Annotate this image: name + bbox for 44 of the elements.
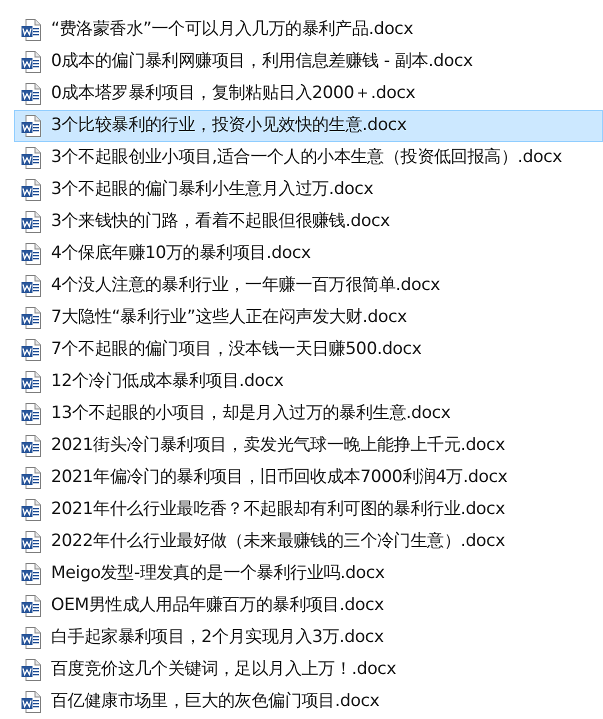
word-document-icon bbox=[21, 499, 41, 521]
file-item[interactable]: 白手起家暴利项目，2个月实现月入3万.docx bbox=[14, 622, 603, 654]
file-item[interactable]: 4个没人注意的暴利行业，一年赚一百万很简单.docx bbox=[14, 270, 603, 302]
word-document-icon bbox=[21, 83, 41, 105]
word-document-icon bbox=[21, 211, 41, 233]
file-item[interactable]: 2021年什么行业最吃香？不起眼却有利可图的暴利行业.docx bbox=[14, 494, 603, 526]
word-document-icon bbox=[21, 403, 41, 425]
word-document-icon bbox=[21, 659, 41, 681]
word-document-icon bbox=[21, 531, 41, 553]
word-document-icon bbox=[21, 467, 41, 489]
word-document-icon bbox=[21, 627, 41, 649]
file-item[interactable]: 0成本塔罗暴利项目，复制粘贴日入2000＋.docx bbox=[14, 78, 603, 110]
word-document-icon bbox=[21, 371, 41, 393]
file-item[interactable]: 3个不起眼创业小项目,适合一个人的小本生意（投资低回报高）.docx bbox=[14, 142, 603, 174]
file-item[interactable]: Meigo发型-理发真的是一个暴利行业吗.docx bbox=[14, 558, 603, 590]
file-item[interactable]: 4个保底年赚10万的暴利项目.docx bbox=[14, 238, 603, 270]
word-document-icon bbox=[21, 51, 41, 73]
word-document-icon bbox=[21, 19, 41, 41]
file-item[interactable]: 12个冷门低成本暴利项目.docx bbox=[14, 366, 603, 398]
word-document-icon bbox=[21, 147, 41, 169]
word-document-icon bbox=[21, 339, 41, 361]
file-item[interactable]: 0成本的偏门暴利网赚项目，利用信息差赚钱 - 副本.docx bbox=[14, 46, 603, 78]
file-item[interactable]: 百亿健康市场里，巨大的灰色偏门项目.docx bbox=[14, 686, 603, 718]
file-item[interactable]: 2021街头冷门暴利项目，卖发光气球一晚上能挣上千元.docx bbox=[14, 430, 603, 462]
file-item[interactable]: 2022年什么行业最好做（未来最赚钱的三个冷门生意）.docx bbox=[14, 526, 603, 558]
file-item[interactable]: 3个比较暴利的行业，投资小见效快的生意.docx bbox=[14, 110, 603, 142]
word-document-icon bbox=[21, 435, 41, 457]
word-document-icon bbox=[21, 275, 41, 297]
file-item[interactable]: 3个来钱快的门路，看着不起眼但很赚钱.docx bbox=[14, 206, 603, 238]
word-document-icon bbox=[21, 179, 41, 201]
file-item[interactable]: OEM男性成人用品年赚百万的暴利项目.docx bbox=[14, 590, 603, 622]
word-document-icon bbox=[21, 563, 41, 585]
file-item[interactable]: 13个不起眼的小项目，却是月入过万的暴利生意.docx bbox=[14, 398, 603, 430]
file-item[interactable]: 7大隐性“暴利行业”这些人正在闷声发大财.docx bbox=[14, 302, 603, 334]
word-document-icon bbox=[21, 115, 41, 137]
file-item[interactable]: 3个不起眼的偏门暴利小生意月入过万.docx bbox=[14, 174, 603, 206]
file-item[interactable]: 7个不起眼的偏门项目，没本钱一天日赚500.docx bbox=[14, 334, 603, 366]
file-item[interactable]: 百度竞价这几个关键词，足以月入上万！.docx bbox=[14, 654, 603, 686]
file-item[interactable]: 2021年偏冷门的暴利项目，旧币回收成本7000利润4万.docx bbox=[14, 462, 603, 494]
file-item[interactable]: “费洛蒙香水”一个可以月入几万的暴利产品.docx bbox=[14, 14, 603, 46]
word-document-icon bbox=[21, 307, 41, 329]
word-document-icon bbox=[21, 243, 41, 265]
word-document-icon bbox=[21, 691, 41, 713]
word-document-icon bbox=[21, 595, 41, 617]
